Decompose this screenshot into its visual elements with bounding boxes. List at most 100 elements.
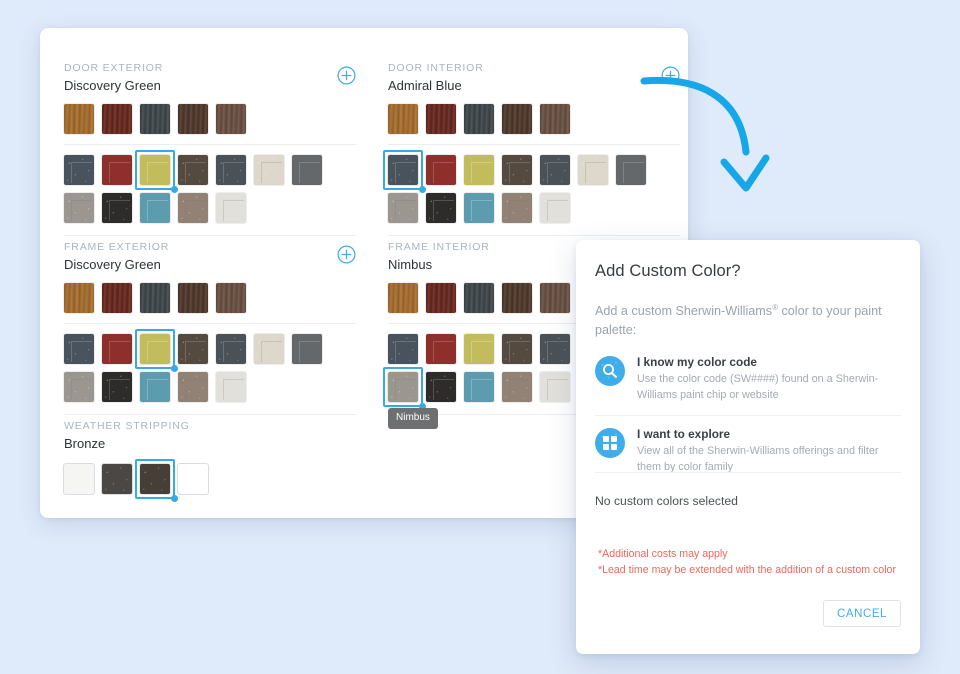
- swatch-gunmetal[interactable]: [540, 155, 570, 185]
- plus-circle-icon[interactable]: [337, 245, 356, 264]
- swatch-slate-wood[interactable]: [464, 104, 494, 134]
- swatch-gunmetal[interactable]: [540, 334, 570, 364]
- swatch-espresso-wood[interactable]: [502, 104, 532, 134]
- swatch-dark-cherry[interactable]: [426, 283, 456, 313]
- swatch-pure-white[interactable]: [178, 464, 208, 494]
- swatch-stone-gray[interactable]: [292, 334, 322, 364]
- swatch: [102, 193, 132, 223]
- swatch-brick-red[interactable]: [102, 334, 132, 364]
- swatch-black[interactable]: [426, 372, 456, 402]
- swatch-white-dove[interactable]: [216, 193, 246, 223]
- option-title: I want to explore: [637, 427, 731, 441]
- plus-circle-icon[interactable]: [661, 66, 680, 85]
- option-explore[interactable]: I want to explore View all of the Sherwi…: [595, 415, 901, 487]
- swatch-cream[interactable]: [578, 155, 608, 185]
- door-interior-header: DOOR INTERIOR Admiral Blue: [388, 62, 680, 102]
- swatch-dark-cherry[interactable]: [102, 104, 132, 134]
- option-title: I know my color code: [637, 355, 757, 369]
- option-description: View all of the Sherwin-Williams offerin…: [637, 445, 879, 473]
- swatch-nimbus[interactable]: [64, 193, 94, 223]
- paint-swatch-row-2: [388, 193, 680, 223]
- swatch-taupe[interactable]: [502, 372, 532, 402]
- swatch-taupe[interactable]: [178, 372, 208, 402]
- swatch: [102, 155, 132, 185]
- swatch-brick-red[interactable]: [102, 155, 132, 185]
- dialog-title: Add Custom Color?: [595, 262, 741, 280]
- swatch-slate-wood[interactable]: [464, 283, 494, 313]
- swatch-slate-wood[interactable]: [140, 283, 170, 313]
- swatch-brick-red[interactable]: [426, 334, 456, 364]
- swatch-golden-oak[interactable]: [388, 104, 418, 134]
- swatch-white-dove[interactable]: [216, 372, 246, 402]
- swatch-discovery-green[interactable]: [140, 334, 170, 364]
- swatch-discovery-green[interactable]: [140, 155, 170, 185]
- swatch-walnut[interactable]: [216, 104, 246, 134]
- swatch-discovery-green[interactable]: [464, 334, 494, 364]
- swatch-dark-gray[interactable]: [102, 464, 132, 494]
- swatch-stone-gray[interactable]: [292, 155, 322, 185]
- swatch-gunmetal[interactable]: [216, 334, 246, 364]
- section-weather-stripping: WEATHER STRIPPING Bronze: [64, 420, 356, 502]
- swatch-charcoal-blue[interactable]: [64, 155, 94, 185]
- swatch-dark-cherry[interactable]: [426, 104, 456, 134]
- section-door-interior: DOOR INTERIOR Admiral Blue: [383, 62, 680, 236]
- swatch-golden-oak[interactable]: [388, 283, 418, 313]
- swatch-taupe[interactable]: [178, 193, 208, 223]
- swatch-espresso-wood[interactable]: [178, 283, 208, 313]
- swatch-nimbus[interactable]: [64, 372, 94, 402]
- swatch-taupe[interactable]: [502, 193, 532, 223]
- swatch: [64, 334, 94, 364]
- swatch-dark-cherry[interactable]: [102, 283, 132, 313]
- swatch-cream[interactable]: [254, 155, 284, 185]
- swatch-brick-red[interactable]: [426, 155, 456, 185]
- swatch-black[interactable]: [102, 372, 132, 402]
- frame-exterior-value: Discovery Green: [64, 257, 161, 272]
- swatch: [616, 155, 646, 185]
- swatch-admiral-teal[interactable]: [140, 372, 170, 402]
- swatch-charcoal-blue[interactable]: [388, 334, 418, 364]
- plus-circle-icon[interactable]: [337, 66, 356, 85]
- swatch-admiral-teal[interactable]: [464, 193, 494, 223]
- swatch-espresso-wood[interactable]: [502, 283, 532, 313]
- swatch-admiral-teal[interactable]: [464, 372, 494, 402]
- swatch-black[interactable]: [102, 193, 132, 223]
- swatch-dark-bronze[interactable]: [502, 334, 532, 364]
- swatch-black[interactable]: [426, 193, 456, 223]
- swatch-stone-gray[interactable]: [616, 155, 646, 185]
- swatch-dark-bronze[interactable]: [502, 155, 532, 185]
- swatch: [216, 334, 246, 364]
- swatch-walnut[interactable]: [216, 283, 246, 313]
- swatch-admiral-blue[interactable]: [388, 155, 418, 185]
- swatch-bronze[interactable]: [140, 464, 170, 494]
- swatch-golden-oak[interactable]: [64, 104, 94, 134]
- swatch-white-dove[interactable]: [540, 193, 570, 223]
- swatch-white-dove[interactable]: [540, 372, 570, 402]
- swatch-cream[interactable]: [254, 334, 284, 364]
- swatch-golden-oak[interactable]: [64, 283, 94, 313]
- swatch: [102, 334, 132, 364]
- swatch: [426, 372, 456, 402]
- swatch: [102, 283, 132, 313]
- swatch-walnut[interactable]: [540, 283, 570, 313]
- swatch: [426, 155, 456, 185]
- swatch-admiral-teal[interactable]: [140, 193, 170, 223]
- swatch: [102, 464, 132, 494]
- swatch-walnut[interactable]: [540, 104, 570, 134]
- swatch-white[interactable]: [64, 464, 94, 494]
- swatch-slate-wood[interactable]: [140, 104, 170, 134]
- swatch-nimbus[interactable]: [388, 372, 418, 402]
- swatch-dark-bronze[interactable]: [178, 155, 208, 185]
- swatch: [178, 334, 208, 364]
- cancel-button[interactable]: CANCEL: [823, 600, 901, 627]
- swatch-dark-bronze[interactable]: [178, 334, 208, 364]
- swatch-nimbus[interactable]: [388, 193, 418, 223]
- swatch-charcoal-blue[interactable]: [64, 334, 94, 364]
- swatch-gunmetal[interactable]: [216, 155, 246, 185]
- option-know-color-code[interactable]: I know my color code Use the color code …: [595, 344, 901, 415]
- swatch: [178, 193, 208, 223]
- swatch: [426, 334, 456, 364]
- wood-swatch-row: [64, 104, 356, 134]
- swatch-espresso-wood[interactable]: [178, 104, 208, 134]
- swatch-discovery-green[interactable]: [464, 155, 494, 185]
- swatch: [464, 372, 494, 402]
